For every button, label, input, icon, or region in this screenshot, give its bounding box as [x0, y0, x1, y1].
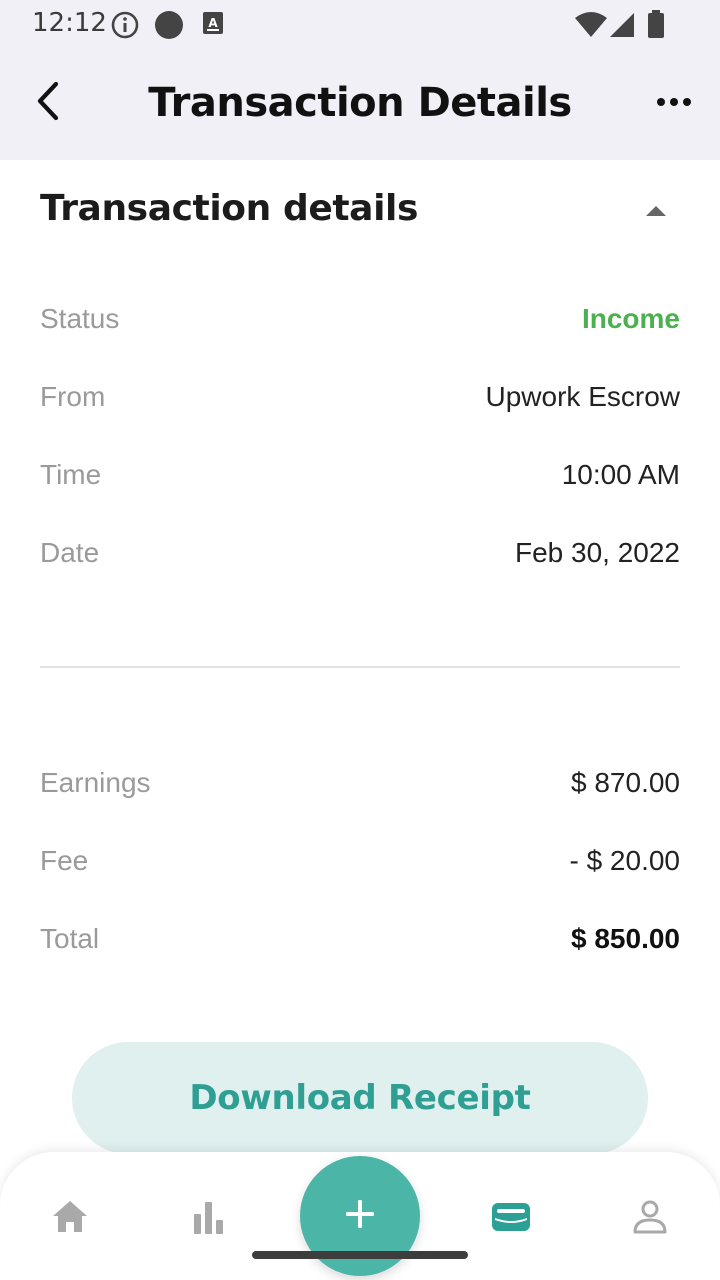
- nav-profile[interactable]: [625, 1194, 675, 1244]
- caret-up-icon[interactable]: [644, 204, 668, 218]
- total-value: $ 850.00: [571, 923, 680, 954]
- status-label: Status: [40, 303, 120, 334]
- divider: [40, 666, 680, 668]
- section-header[interactable]: Transaction details: [40, 188, 680, 234]
- earnings-label: Earnings: [40, 767, 151, 798]
- fee-label: Fee: [40, 845, 89, 876]
- status-row: Status Income: [40, 299, 680, 339]
- status-value: Income: [581, 303, 680, 334]
- status-time: 12:12: [32, 8, 107, 38]
- keyboard-a-icon: A: [202, 10, 224, 41]
- earnings-row: Earnings $ 870.00: [40, 763, 680, 803]
- time-row: Time 10:00 AM: [40, 455, 680, 495]
- from-label: From: [40, 381, 106, 412]
- date-row: Date Feb 30, 2022: [40, 533, 680, 573]
- more-horizontal-icon: [656, 94, 692, 112]
- signal-icon: [608, 12, 636, 43]
- nav-wallet[interactable]: [486, 1194, 536, 1244]
- more-options-button[interactable]: [654, 83, 694, 123]
- time-value: 10:00 AM: [561, 459, 680, 490]
- download-receipt-label: Download Receipt: [189, 1078, 531, 1118]
- fee-value: - $ 20.00: [569, 845, 680, 876]
- status-bar: 12:12 A: [0, 0, 720, 50]
- section-title: Transaction details: [40, 188, 418, 229]
- date-value: Feb 30, 2022: [514, 537, 680, 568]
- info-icon: [110, 10, 140, 45]
- date-label: Date: [40, 537, 100, 568]
- page-title: Transaction Details: [148, 80, 572, 126]
- profile-icon: [630, 1198, 670, 1241]
- wallet-icon: [489, 1198, 533, 1241]
- home-indicator: [252, 1251, 468, 1259]
- battery-icon: [647, 9, 665, 44]
- total-row: Total $ 850.00: [40, 919, 680, 959]
- download-receipt-button[interactable]: Download Receipt: [72, 1042, 648, 1154]
- from-value: Upwork Escrow: [485, 381, 680, 412]
- add-icon: [344, 1198, 376, 1235]
- wifi-icon: [574, 12, 608, 43]
- circle-icon: [153, 10, 185, 45]
- time-label: Time: [40, 459, 102, 490]
- earnings-value: $ 870.00: [571, 767, 680, 798]
- fee-row: Fee - $ 20.00: [40, 841, 680, 881]
- nav-home[interactable]: [45, 1194, 95, 1244]
- from-row: From Upwork Escrow: [40, 377, 680, 417]
- home-icon: [50, 1198, 90, 1241]
- total-label: Total: [40, 923, 100, 954]
- app-bar: Transaction Details: [0, 50, 720, 160]
- svg-text:A: A: [208, 16, 218, 30]
- nav-stats[interactable]: [183, 1194, 233, 1244]
- stats-icon: [188, 1198, 228, 1241]
